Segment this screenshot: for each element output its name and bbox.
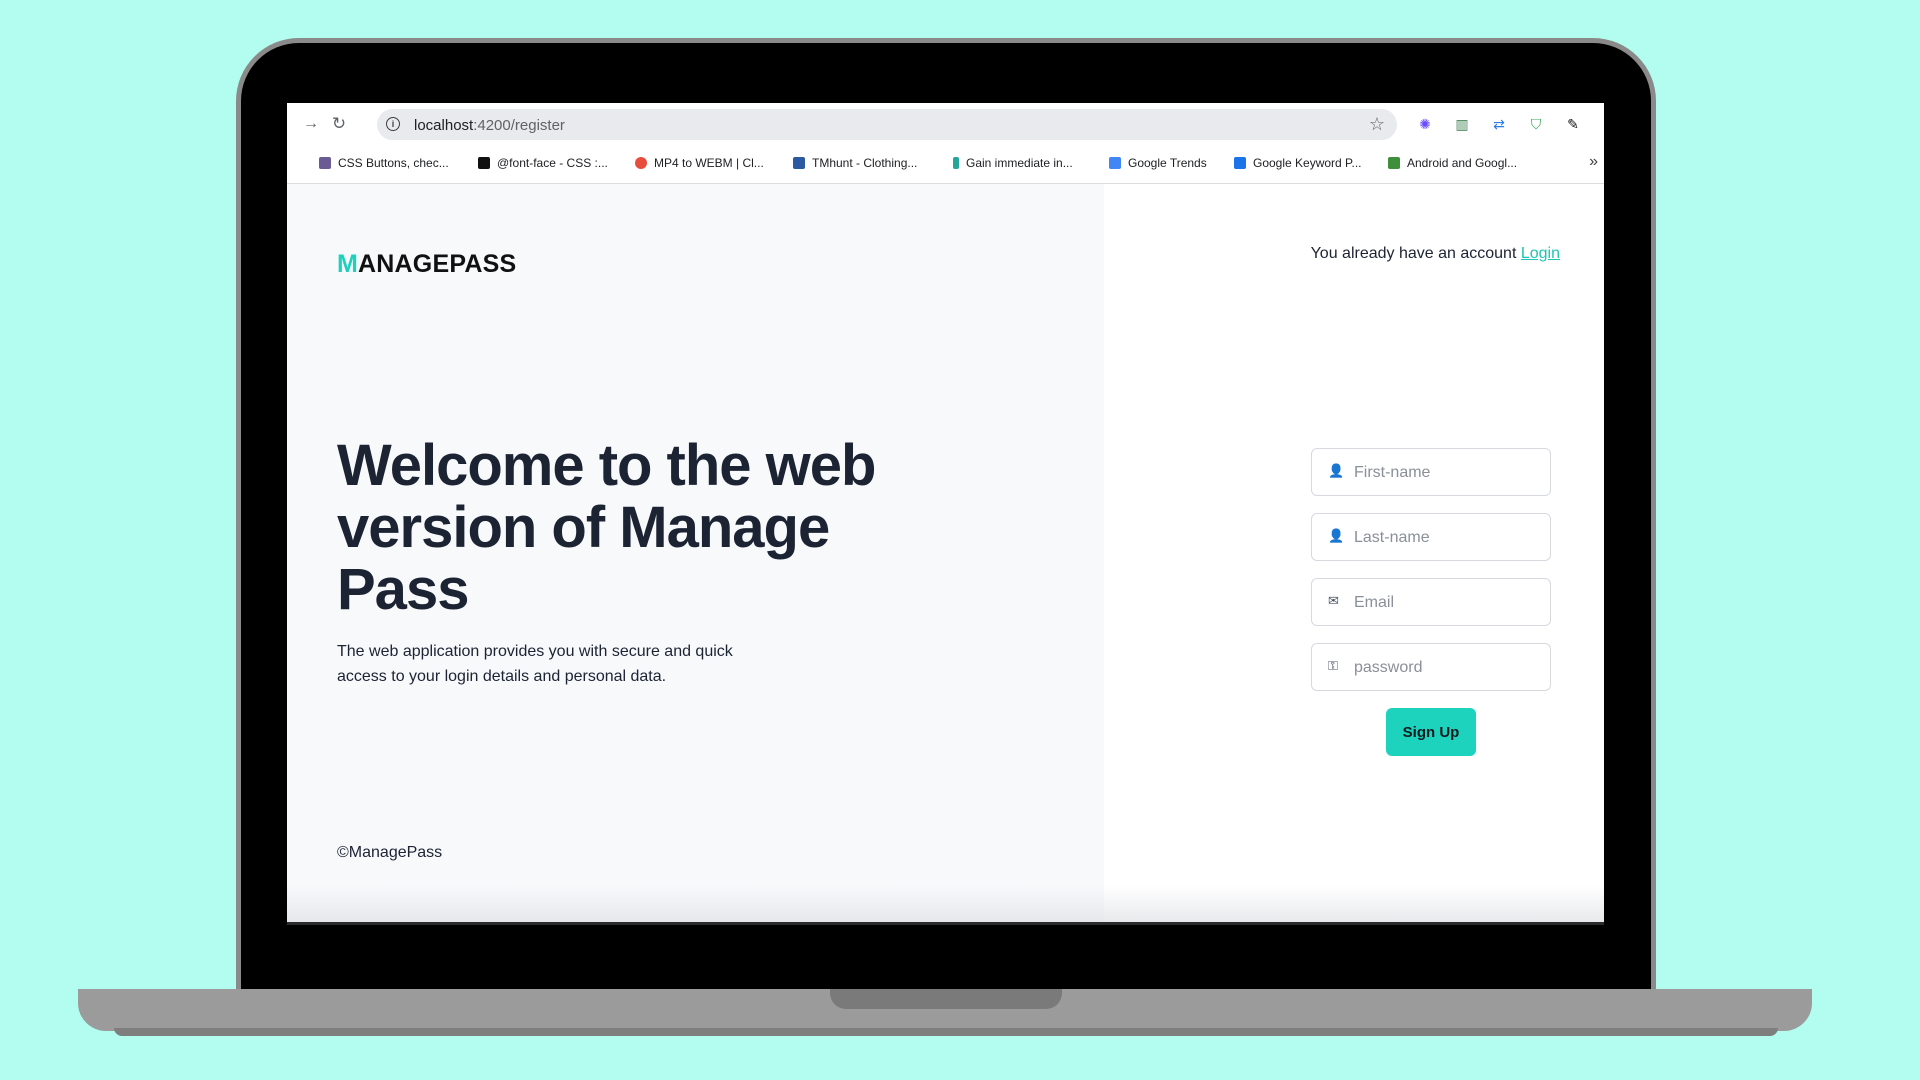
bookmark-item[interactable]: Android and Googl... (1388, 156, 1517, 170)
bookmark-item[interactable]: Google Keyword P... (1234, 156, 1362, 170)
extension-shield-icon[interactable]: ⛉ (1527, 115, 1545, 133)
email-input[interactable] (1352, 579, 1546, 626)
sign-up-button[interactable]: Sign Up (1386, 708, 1476, 756)
address-bar[interactable]: i localhost:4200/register ☆ (377, 109, 1397, 140)
reload-icon[interactable]: ↻ (329, 114, 349, 134)
extension-link-icon[interactable]: ⇄ (1490, 115, 1508, 133)
password-field[interactable]: ⚿ (1311, 643, 1551, 691)
user-icon: 👤 (1328, 463, 1345, 478)
extension-chart-icon[interactable]: ▥ (1453, 115, 1471, 133)
laptop-base-lip (114, 1028, 1778, 1036)
login-link[interactable]: Login (1521, 245, 1560, 262)
browser-toolbar: → ↻ i localhost:4200/register ☆ ✺ ▥ ⇄ ⛉ … (287, 103, 1604, 145)
bookmark-item[interactable]: Google Trends (1109, 156, 1207, 170)
google-trends-icon (1109, 157, 1121, 169)
key-icon: ⚿ (1328, 658, 1338, 673)
bookmark-star-icon[interactable]: ☆ (1369, 114, 1385, 135)
account-prompt: You already have an account Login (1310, 245, 1560, 262)
extension-gear-icon[interactable]: ✺ (1416, 115, 1434, 133)
url-text[interactable]: localhost:4200/register (414, 117, 565, 134)
bookmark-favicon-icon (1388, 157, 1400, 169)
envelope-icon: ✉ (1328, 593, 1339, 608)
bookmarks-bar: CSS Buttons, chec... @font-face - CSS :.… (287, 145, 1604, 184)
forward-icon[interactable]: → (301, 114, 321, 134)
copyright-text: ©ManagePass (337, 844, 443, 861)
screen: → ↻ i localhost:4200/register ☆ ✺ ▥ ⇄ ⛉ … (287, 103, 1604, 925)
bookmark-favicon-icon (478, 157, 490, 169)
chevron-more-icon[interactable]: » (1589, 153, 1598, 171)
google-ads-icon (1234, 157, 1246, 169)
bookmark-favicon-icon (635, 157, 647, 169)
bookmark-item[interactable]: TMhunt - Clothing... (793, 156, 917, 170)
password-input[interactable] (1352, 644, 1546, 691)
bookmark-item[interactable]: Gain immediate in... (953, 156, 1073, 170)
bookmark-favicon-icon (793, 157, 805, 169)
bookmark-item[interactable]: @font-face - CSS :... (478, 156, 608, 170)
bottom-shadow (287, 885, 1604, 925)
laptop-notch (830, 989, 1062, 1009)
first-name-input[interactable] (1352, 449, 1546, 496)
logo: MANAGEPASS (337, 250, 517, 278)
site-info-icon[interactable]: i (386, 117, 400, 131)
page-description: The web application provides you with se… (337, 643, 733, 685)
email-field[interactable]: ✉ (1311, 578, 1551, 626)
bookmark-item[interactable]: MP4 to WEBM | Cl... (635, 156, 764, 170)
extension-eyedropper-icon[interactable]: ✎ (1564, 115, 1582, 133)
bookmark-favicon-icon (319, 157, 331, 169)
welcome-panel: MANAGEPASS Welcome to the web version of… (287, 184, 1104, 925)
last-name-input[interactable] (1352, 514, 1546, 561)
last-name-field[interactable]: 👤 (1311, 513, 1551, 561)
user-icon: 👤 (1328, 528, 1345, 543)
screen-edge (287, 922, 1604, 925)
bookmark-item[interactable]: CSS Buttons, chec... (319, 156, 449, 170)
page-title: Welcome to the web version of Manage Pas… (337, 433, 876, 622)
bookmark-favicon-icon (953, 157, 959, 169)
first-name-field[interactable]: 👤 (1311, 448, 1551, 496)
register-page: MANAGEPASS Welcome to the web version of… (287, 184, 1604, 925)
